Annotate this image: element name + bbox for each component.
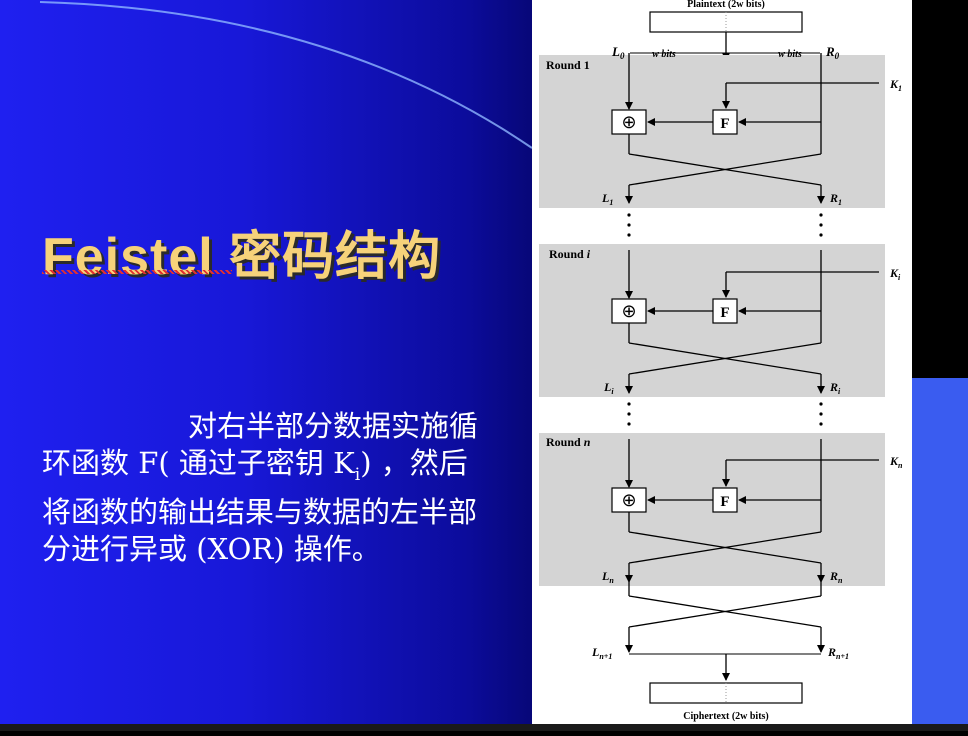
ln1-label: Ln+1 [591, 645, 612, 661]
feistel-diagram-svg: Plaintext (2w bits) Round 1 L0 w bits w … [539, 0, 903, 722]
f-label-n: F [720, 494, 729, 510]
plaintext-label: Plaintext (2w bits) [687, 0, 765, 10]
xor-symbol-1: ⊕ [621, 112, 636, 132]
w-bits-left: w bits [652, 49, 676, 60]
l0-label: L0 [611, 44, 625, 61]
slide: Feistel 密码结构 对右半部分数据实施循环函数 F( 通过子密钥 Ki) … [0, 0, 968, 731]
ki-label: Ki [889, 266, 901, 282]
feistel-diagram: Plaintext (2w bits) Round 1 L0 w bits w … [532, 0, 912, 731]
round-1-label: Round 1 [546, 58, 590, 72]
w-bits-right: w bits [778, 49, 802, 60]
decorative-arc [39, 1, 533, 149]
f-label-1: F [720, 116, 729, 132]
round-i-label: Round i [549, 247, 591, 261]
ellipsis-dots-2 [627, 402, 823, 426]
r0-label: R0 [825, 44, 840, 61]
round-n-label: Round n [546, 435, 591, 449]
round-1-panel [539, 55, 885, 208]
rn1-label: Rn+1 [827, 645, 849, 661]
round-n-panel [539, 433, 885, 586]
right-edge-accent [912, 378, 968, 724]
bottom-edge-band [0, 724, 968, 731]
xor-symbol-i: ⊕ [621, 301, 636, 321]
kn-label: Kn [889, 454, 903, 470]
k1-label: K1 [889, 77, 902, 93]
xor-symbol-n: ⊕ [621, 490, 636, 510]
ciphertext-label: Ciphertext (2w bits) [683, 711, 769, 722]
round-i-panel [539, 244, 885, 397]
spellcheck-underline [42, 270, 232, 274]
slide-title: Feistel 密码结构 [42, 228, 442, 286]
body-text: 对右半部分数据实施循环函数 F( 通过子密钥 Ki) ，然后将函数的输出结果与数… [42, 408, 490, 568]
ellipsis-dots-1 [627, 213, 823, 237]
f-label-i: F [720, 305, 729, 321]
